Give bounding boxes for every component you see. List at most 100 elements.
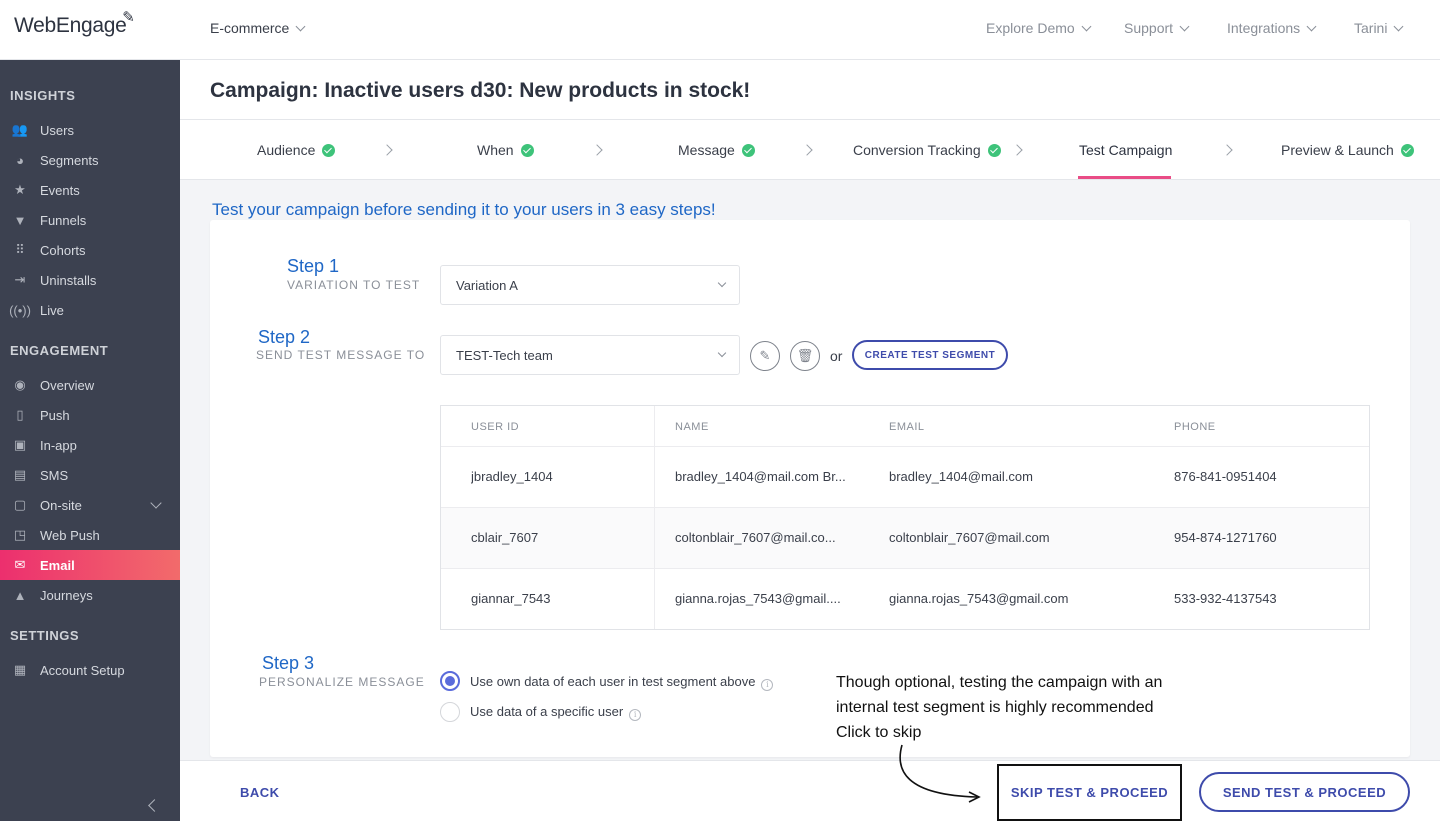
sidebar-item-label: On-site (40, 497, 82, 513)
step3-title: Step 3 (262, 653, 315, 673)
chevron-right-icon (1221, 144, 1233, 156)
broadcast-icon: ((•)) (9, 302, 31, 318)
sidebar-item-web-push[interactable]: ◳ Web Push (0, 520, 180, 550)
option-label: Use own data of each user in test segmen… (470, 674, 756, 689)
send-test-proceed-button[interactable]: SEND TEST & PROCEED (1199, 772, 1410, 812)
sidebar-item-label: Account Setup (40, 662, 125, 678)
sidebar: INSIGHTS 👥 Users ◕ Segments ★ Events ▼ Funne… (0, 60, 180, 821)
chevron-down-icon (717, 348, 727, 358)
skip-test-proceed-button[interactable]: SKIP TEST & PROCEED (997, 764, 1182, 821)
cell-email: bradley_1404@mail.com (889, 469, 1033, 484)
cell-phone: 876-841-0951404 (1174, 469, 1277, 484)
sidebar-item-live[interactable]: ((•)) Live (0, 295, 180, 325)
tab-label: When (477, 142, 514, 158)
create-test-segment-button[interactable]: CREATE TEST SEGMENT (852, 340, 1008, 370)
tab-message[interactable]: Message (678, 142, 755, 158)
mobile-icon: ▯ (16, 407, 24, 422)
tab-audience[interactable]: Audience (257, 142, 336, 158)
chat-icon: ▤ (13, 467, 27, 482)
delete-segment-button[interactable]: 🗑 (790, 341, 820, 371)
sidebar-item-funnels[interactable]: ▼ Funnels (0, 205, 180, 235)
nav-label: Support (1124, 20, 1174, 36)
cell-name: bradley_1404@mail.com Br... (675, 469, 846, 484)
sidebar-item-journeys[interactable]: ▲ Journeys (0, 580, 180, 610)
chevron-down-icon (1306, 21, 1317, 32)
sidebar-item-label: Cohorts (40, 242, 86, 258)
radio-specific-user-label[interactable]: Use data of a specific user i (470, 704, 642, 721)
radio-specific-user[interactable] (440, 702, 460, 722)
nav-explore-demo[interactable]: Explore Demo (986, 20, 1092, 36)
step3-subtitle: PERSONALIZE MESSAGE (259, 675, 425, 689)
top-header: WebEngage ✎ E-commerce Explore Demo Supp… (0, 0, 1440, 60)
table-row: cblair_7607 coltonblair_7607@mail.co... … (441, 507, 1369, 568)
sidebar-item-label: In-app (40, 437, 77, 453)
edit-segment-button[interactable]: ✎ (750, 341, 780, 371)
sidebar-item-email[interactable]: ✉ Email (0, 550, 180, 580)
chevron-right-icon (591, 144, 603, 156)
nav-support[interactable]: Support (1124, 20, 1190, 36)
uninstall-icon: ⇥ (14, 272, 26, 287)
users-icon: 👥 (11, 122, 29, 137)
tab-preview-launch[interactable]: Preview & Launch (1281, 142, 1414, 158)
sidebar-item-on-site[interactable]: ▢ On-site (0, 490, 180, 520)
sidebar-item-account-setup[interactable]: ▦ Account Setup (0, 655, 180, 685)
intro-text: Test your campaign before sending it to … (212, 200, 716, 219)
sidebar-item-label: Events (40, 182, 80, 198)
info-icon[interactable]: i (761, 679, 774, 691)
project-label: E-commerce (210, 20, 290, 36)
sidebar-item-sms[interactable]: ▤ SMS (0, 460, 180, 490)
sidebar-item-uninstalls[interactable]: ⇥ Uninstalls (0, 265, 180, 295)
sidebar-item-label: Segments (40, 152, 99, 168)
annotation-arrow-icon (899, 744, 981, 803)
test-users-table: USER ID NAME EMAIL PHONE jbradley_1404 b… (440, 405, 1370, 630)
annotation-line: internal test segment is highly recommen… (836, 699, 1154, 716)
nav-integrations[interactable]: Integrations (1227, 20, 1317, 36)
sidebar-section-engagement: ENGAGEMENT (10, 343, 109, 358)
project-selector[interactable]: E-commerce (210, 20, 306, 36)
variation-select[interactable]: Variation A (440, 265, 740, 305)
check-circle-icon (987, 143, 1001, 157)
tab-conversion-tracking[interactable]: Conversion Tracking (853, 142, 1001, 158)
nav-user-menu[interactable]: Tarini (1354, 20, 1404, 36)
collapse-sidebar-icon[interactable] (148, 799, 161, 812)
footer-bar: BACK SKIP TEST & PROCEED SEND TEST & PRO… (180, 760, 1440, 821)
sidebar-item-events[interactable]: ★ Events (0, 175, 180, 205)
table-header-user-id: USER ID (471, 421, 520, 433)
webengage-logo[interactable]: WebEngage ✎ (14, 9, 135, 38)
sidebar-item-overview[interactable]: ◉ Overview (0, 370, 180, 400)
sidebar-item-segments[interactable]: ◕ Segments (0, 145, 180, 175)
table-row: giannar_7543 gianna.rojas_7543@gmail....… (441, 568, 1369, 629)
radio-own-data[interactable] (440, 671, 460, 691)
sidebar-item-cohorts[interactable]: ⠿ Cohorts (0, 235, 180, 265)
tab-test-campaign[interactable]: Test Campaign (1079, 142, 1172, 158)
active-tab-indicator (1078, 176, 1171, 179)
cell-user-id: giannar_7543 (471, 591, 551, 606)
sidebar-item-in-app[interactable]: ▣ In-app (0, 430, 180, 460)
tab-label: Test Campaign (1079, 142, 1173, 158)
tab-when[interactable]: When (477, 142, 534, 158)
sidebar-item-push[interactable]: ▯ Push (0, 400, 180, 430)
back-button[interactable]: BACK (240, 785, 280, 800)
table-header-phone: PHONE (1174, 421, 1216, 433)
mail-icon: ✉ (14, 557, 26, 572)
sidebar-item-label: Journeys (40, 587, 93, 603)
page-title: Campaign: Inactive users d30: New produc… (210, 79, 751, 102)
sidebar-item-label: SMS (40, 467, 69, 483)
mobile-inapp-icon: ▣ (13, 437, 27, 452)
step1-title: Step 1 (287, 256, 340, 276)
annotation-callout: Though optional, testing the campaign wi… (836, 670, 1236, 745)
cell-user-id: jbradley_1404 (471, 469, 553, 484)
nav-label: Explore Demo (986, 20, 1075, 36)
step2-title: Step 2 (258, 327, 311, 347)
chevron-right-icon (1011, 144, 1023, 156)
star-icon: ★ (14, 182, 26, 197)
or-label: or (830, 348, 843, 364)
chevron-down-icon[interactable] (150, 497, 162, 509)
table-header-name: NAME (675, 421, 709, 433)
test-segment-select[interactable]: TEST-Tech team (440, 335, 740, 375)
sidebar-item-label: Overview (40, 377, 95, 393)
option-label: Use data of a specific user (470, 704, 624, 719)
radio-own-data-label[interactable]: Use own data of each user in test segmen… (470, 674, 774, 691)
info-icon[interactable]: i (629, 709, 642, 721)
sidebar-item-users[interactable]: 👥 Users (0, 115, 180, 145)
